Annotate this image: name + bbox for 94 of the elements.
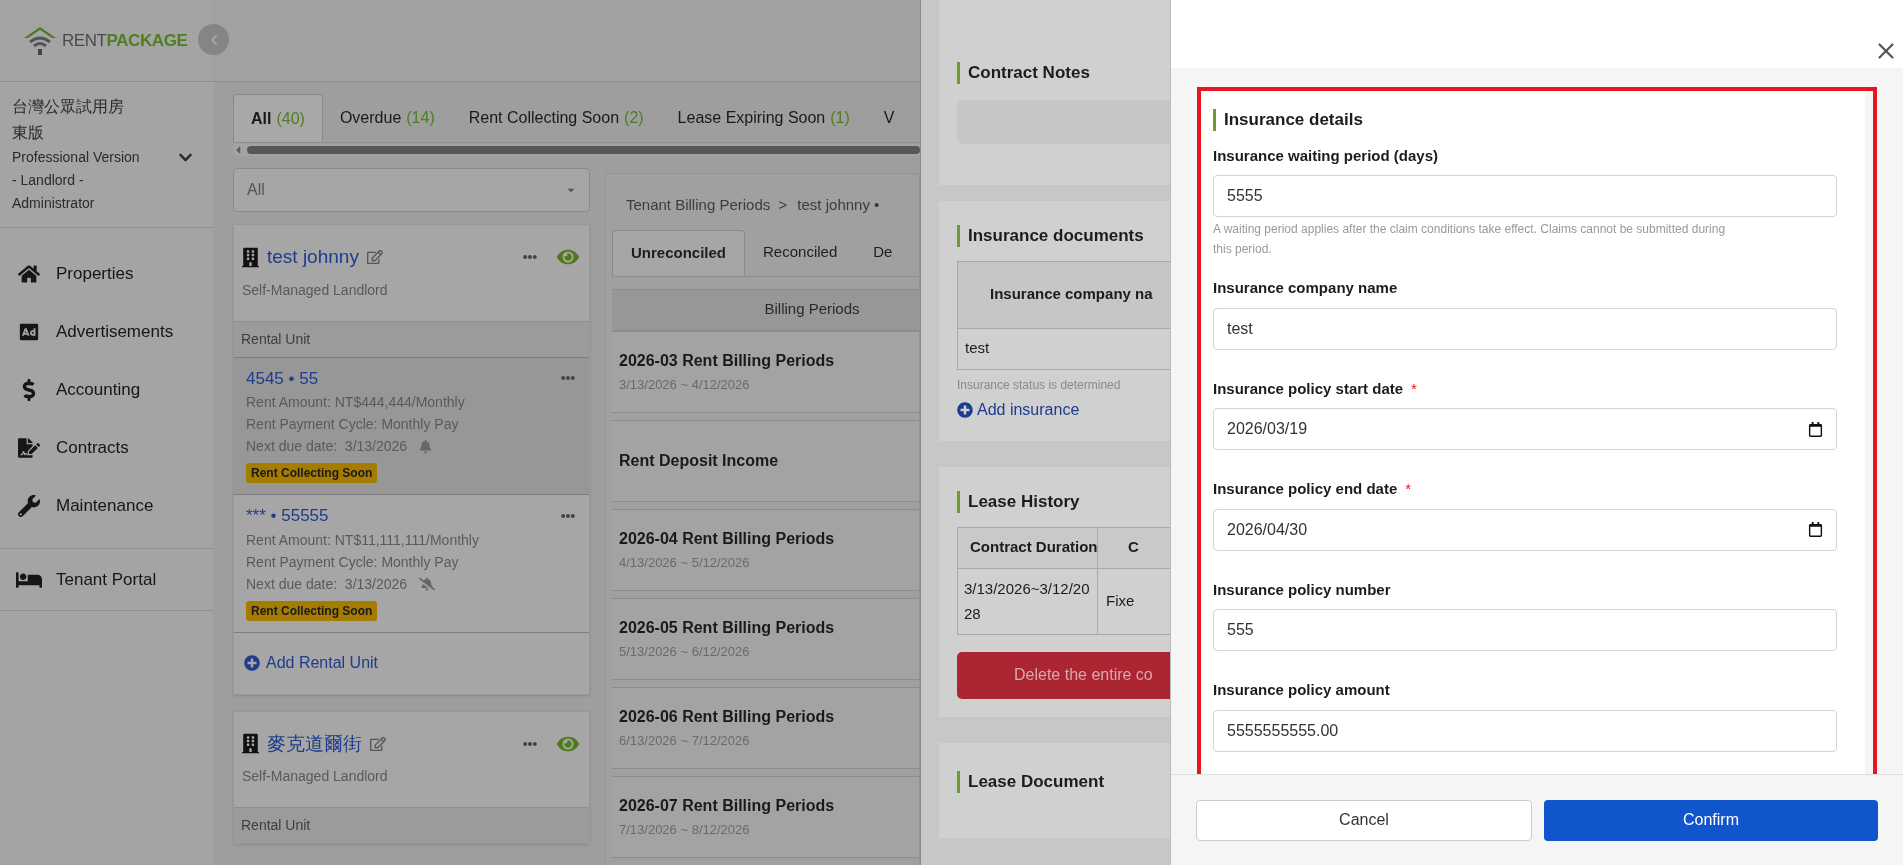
column-header: Billing Periods: [612, 288, 920, 331]
rental-unit-item[interactable]: *** • 55555 Rent Amount: NT$11,111,111/Monthly Rent Payment Cycle: Monthly Pay Next due date: 3/13/2026 Rent Collecting Soon: [234, 494, 589, 632]
ad-icon: [18, 321, 40, 343]
field-help-text: A waiting period applies after the claim conditions take effect. Claims cannot be submitted during this period.: [1213, 221, 1727, 258]
rent-amount: Rent Amount: NT$444,444/Monthly: [246, 393, 466, 412]
filter-tab[interactable]: Overdue (14): [322, 94, 452, 142]
nav-item[interactable]: Maintenance: [0, 490, 213, 522]
cancel-button[interactable]: Cancel: [1196, 799, 1532, 841]
field-label: Insurance waiting period (days): [1213, 145, 1439, 166]
billing-tab[interactable]: De: [855, 229, 911, 276]
billing-period-title[interactable]: 2026-03 Rent Billing Periods: [619, 348, 912, 373]
input-field[interactable]: 555: [1213, 609, 1837, 651]
organization-name: 台灣公眾試用房東版: [12, 97, 125, 143]
input-field[interactable]: test: [1213, 307, 1837, 350]
field-label: Insurance policy amount: [1213, 680, 1390, 700]
logo-text: RENTPACKAGE: [62, 29, 188, 52]
section-title: Insurance documents: [968, 225, 1144, 247]
required-asterisk: *: [1405, 479, 1412, 499]
date-field[interactable]: 2026/03/19: [1213, 408, 1837, 450]
table-cell-text: Fixe: [1105, 590, 1136, 611]
billing-period-dates: 6/13/2026 ~ 7/12/2026: [619, 731, 751, 750]
nav-item[interactable]: Accounting: [0, 374, 213, 406]
input-field[interactable]: 5555: [1213, 175, 1837, 217]
section-title: Lease Document: [968, 771, 1105, 793]
billing-tab[interactable]: Reconciled: [745, 229, 856, 276]
next-due-date: Next due date: 3/13/2026: [246, 437, 408, 456]
billing-period-title[interactable]: 2026-06 Rent Billing Periods: [619, 704, 912, 729]
scrollbar-thumb[interactable]: [247, 146, 920, 154]
notes-field[interactable]: [957, 99, 1170, 144]
status-badge: Rent Collecting Soon: [246, 600, 378, 621]
landlord-type: Self-Managed Landlord: [242, 280, 389, 300]
section-title: Insurance details: [1224, 109, 1363, 131]
confirm-button[interactable]: Confirm: [1544, 799, 1878, 841]
table-header-cell-text: C: [1127, 537, 1140, 558]
bell-off-icon[interactable]: [419, 576, 436, 591]
billing-period-title[interactable]: Rent Deposit Income: [619, 448, 912, 473]
filter-tab[interactable]: V: [866, 94, 912, 142]
next-due-date: Next due date: 3/13/2026: [246, 574, 408, 594]
add-insurance-link[interactable]: Add insurance: [977, 397, 1080, 422]
billing-period-title[interactable]: 2026-05 Rent Billing Periods: [619, 615, 912, 640]
rental-unit-item[interactable]: 4545 • 55 Rent Amount: NT$444,444/Monthly Rent Payment Cycle: Monthly Pay Next due date: 3/13/2026 Rent Collecting Soon: [234, 356, 589, 494]
insurance-note: Insurance status is determined: [957, 376, 1122, 394]
table-header-cell: Insurance company na: [958, 261, 1170, 329]
table-cell-text: test: [964, 338, 991, 359]
section-title: Contract Notes: [968, 62, 1090, 84]
table-cell: 3/13/2026~3/12/2028: [958, 568, 1098, 634]
edit-icon[interactable]: [370, 735, 386, 752]
landlord-type: Self-Managed Landlord: [242, 767, 389, 786]
field-label: Insurance policy start date: [1213, 378, 1404, 399]
input-field[interactable]: 5555555555.00: [1213, 709, 1837, 752]
breadcrumb-link[interactable]: Tenant Billing Periods >: [626, 194, 788, 217]
rent-amount: Rent Amount: NT$11,111,111/Monthly: [246, 530, 480, 550]
signed-document-icon: [18, 437, 40, 459]
billing-period-dates: 3/13/2026 ~ 4/12/2026: [619, 375, 751, 394]
account-role: Professional Version - Landlord - Administrator: [12, 148, 141, 213]
nav-item[interactable]: Properties: [0, 258, 213, 290]
unit-title[interactable]: *** • 55555: [246, 503, 329, 529]
bell-icon[interactable]: [419, 439, 433, 453]
table-header-cell: Contract Duration: [958, 527, 1098, 568]
payment-cycle: Rent Payment Cycle: Monthly Pay: [246, 415, 460, 434]
section-title: Lease History: [968, 491, 1080, 513]
filter-tab[interactable]: Rent Collecting Soon (2): [451, 94, 661, 142]
billing-period-dates: 4/13/2026 ~ 5/12/2026: [619, 553, 751, 572]
add-rental-unit-link[interactable]: Add Rental Unit: [266, 651, 379, 675]
edit-icon[interactable]: [366, 249, 383, 266]
calendar-icon[interactable]: [1808, 421, 1823, 437]
filter-tab[interactable]: All (40): [233, 94, 323, 142]
required-asterisk: *: [1411, 378, 1417, 399]
billing-period-dates: 5/13/2026 ~ 6/12/2026: [619, 642, 751, 661]
building-icon: [242, 246, 259, 268]
billing-period-title[interactable]: 2026-07 Rent Billing Periods: [619, 793, 912, 818]
tenant-portal-link[interactable]: Tenant Portal: [56, 566, 157, 593]
unit-title[interactable]: 4545 • 55: [246, 365, 319, 391]
nav-item[interactable]: Contracts: [0, 432, 213, 464]
billing-tab[interactable]: Unreconciled: [612, 229, 746, 276]
field-label: Insurance policy number: [1213, 579, 1391, 600]
field-label: Insurance policy end date: [1213, 479, 1398, 499]
billing-period-dates: 7/13/2026 ~ 8/12/2026: [619, 820, 751, 839]
property-name[interactable]: 麥克道爾街: [267, 729, 362, 758]
section-header: Rental Unit: [234, 807, 589, 843]
filter-tab[interactable]: Lease Expiring Soon (1): [660, 94, 867, 142]
status-badge: Rent Collecting Soon: [246, 463, 378, 483]
breadcrumb-current: test johnny •: [797, 195, 880, 215]
section-header: Rental Unit: [234, 320, 589, 357]
payment-cycle: Rent Payment Cycle: Monthly Pay: [246, 552, 460, 572]
calendar-icon[interactable]: [1808, 522, 1823, 537]
property-name[interactable]: test johnny: [267, 243, 359, 272]
nav-item[interactable]: Advertisements: [0, 316, 213, 348]
billing-period-title[interactable]: 2026-04 Rent Billing Periods: [619, 526, 912, 551]
house-icon: [18, 263, 40, 285]
field-label: Insurance company name: [1213, 278, 1398, 298]
building-icon: [242, 733, 259, 755]
wrench-icon: [18, 495, 40, 517]
date-field[interactable]: 2026/04/30: [1213, 508, 1837, 551]
